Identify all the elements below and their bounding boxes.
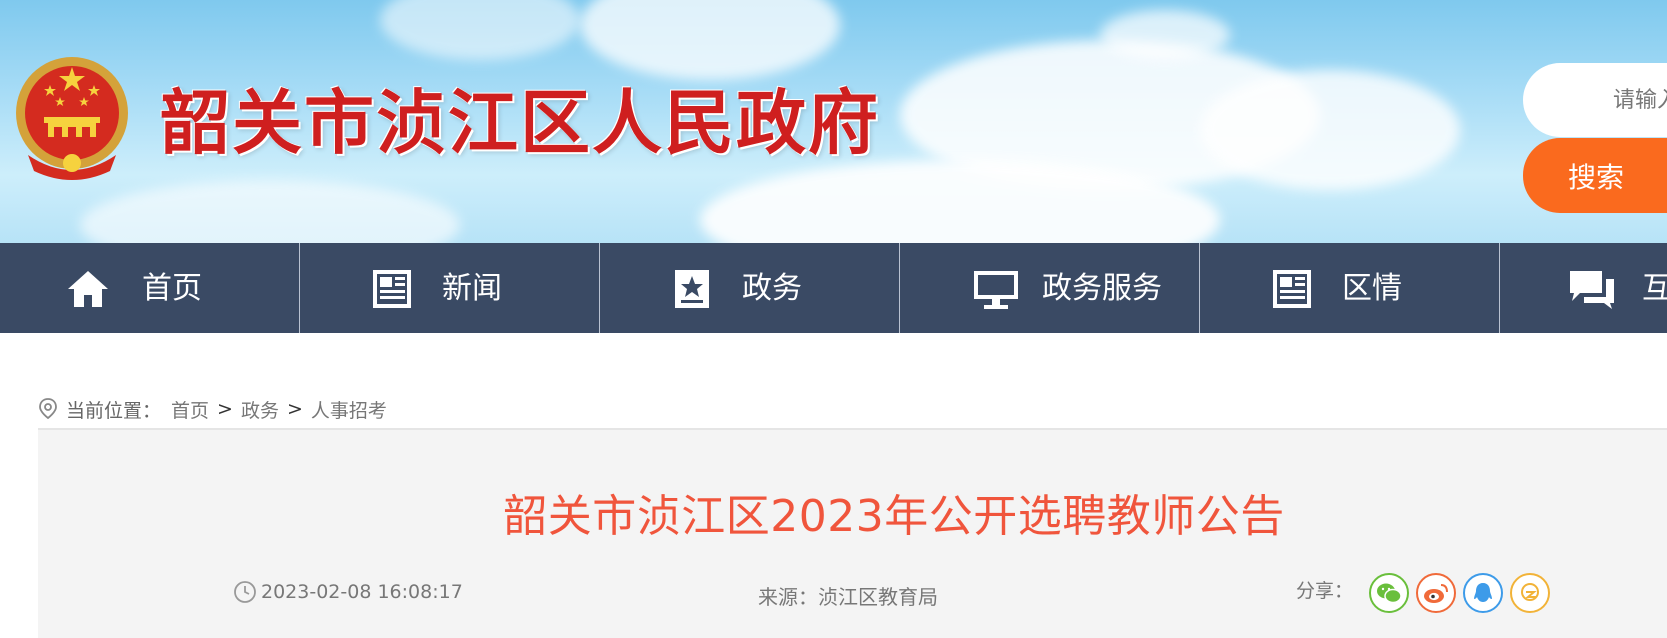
newspaper-icon [373,270,411,308]
publish-date: 2023-02-08 16:08:17 [233,580,463,604]
national-emblem-icon [16,57,128,180]
site-title: 韶关市浈江区人民政府 [160,81,880,164]
breadcrumb-prefix: 当前位置： [66,399,162,422]
share-bar: 分享： [1296,573,1557,613]
chat-icon [1570,271,1614,309]
share-label: 分享： [1296,579,1354,602]
breadcrumb: 当前位置： 首页 > 政务 > 人事招考 [38,395,387,423]
search-button[interactable]: 搜索 [1523,138,1667,213]
qzone-share-button[interactable] [1510,573,1551,613]
weibo-share-button[interactable] [1416,573,1457,613]
article-header: 韶关市浈江区2023年公开选聘教师公告 2023-02-08 16:08:17 … [38,428,1667,638]
nav-label-government: 政务 [742,271,802,306]
nav-label-interaction: 互 [1642,271,1667,306]
breadcrumb-separator: > [286,398,303,420]
article-title: 韶关市浈江区2023年公开选聘教师公告 [503,491,1285,542]
nav-label-home: 首页 [142,271,202,306]
search-input[interactable] [1523,63,1667,137]
nav-item-interaction[interactable]: 互 [1500,243,1667,333]
wechat-icon [1377,583,1402,604]
home-icon [68,271,108,307]
weibo-icon [1424,584,1449,603]
nav-item-services[interactable]: 政务服务 [900,243,1200,333]
monitor-icon [974,271,1018,309]
newspaper-icon [1273,270,1311,308]
clock-icon [234,581,256,603]
qq-icon [1474,583,1493,602]
nav-item-home[interactable]: 首页 [0,243,300,333]
qzone-icon [1521,583,1540,601]
qq-share-button[interactable] [1463,573,1504,613]
star-document-icon [675,270,709,308]
breadcrumb-recruitment[interactable]: 人事招考 [311,396,387,423]
nav-item-news[interactable]: 新闻 [300,243,600,333]
wechat-share-button[interactable] [1369,573,1410,613]
nav-label-services: 政务服务 [1042,271,1162,306]
nav-item-government[interactable]: 政务 [600,243,900,333]
header-banner: 韶关市浈江区人民政府 搜索 [0,0,1667,243]
breadcrumb-government[interactable]: 政务 [241,396,279,423]
breadcrumb-separator: > [217,398,233,420]
nav-label-news: 新闻 [442,271,502,306]
publish-date-text: 2023-02-08 16:08:17 [261,581,463,603]
article-source: 来源：浈江区教育局 [758,585,938,609]
nav-item-district-info[interactable]: 区情 [1200,243,1500,333]
location-pin-icon [39,398,57,420]
main-nav: 首页 新闻 政务 政务服务 区情 互 [0,243,1667,333]
breadcrumb-home[interactable]: 首页 [171,396,209,423]
nav-label-district-info: 区情 [1342,271,1402,306]
